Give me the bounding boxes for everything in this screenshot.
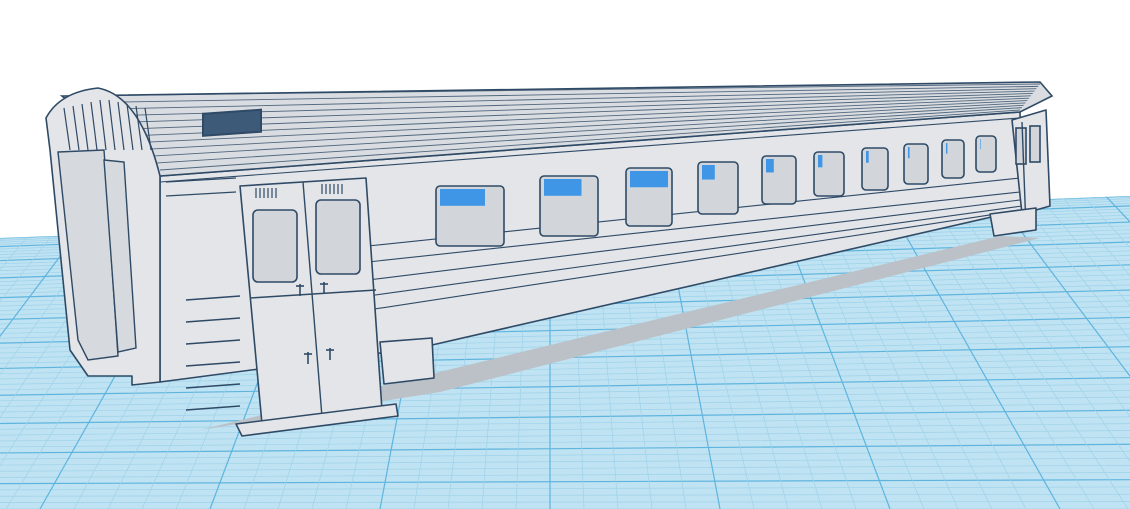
- window: [941, 139, 965, 179]
- door-panel[interactable]: [239, 177, 383, 425]
- 3d-viewport[interactable]: [0, 0, 1130, 509]
- window-glass: [440, 189, 485, 206]
- window-glass: [946, 143, 948, 154]
- window: [903, 143, 929, 185]
- roof-vent: [202, 108, 262, 137]
- workplane-scene[interactable]: [0, 0, 1130, 509]
- window-glass: [630, 171, 668, 188]
- window-glass: [818, 155, 823, 168]
- door-window-right: [315, 199, 361, 275]
- window-glass: [980, 139, 981, 150]
- door-window-left: [252, 209, 298, 283]
- window-glass: [866, 151, 869, 163]
- window: [975, 135, 997, 173]
- window-glass: [766, 159, 774, 173]
- side-sill-block: [379, 337, 435, 385]
- window: [861, 147, 889, 191]
- window-glass: [702, 165, 715, 180]
- window-glass: [544, 179, 582, 196]
- window-glass: [908, 147, 910, 159]
